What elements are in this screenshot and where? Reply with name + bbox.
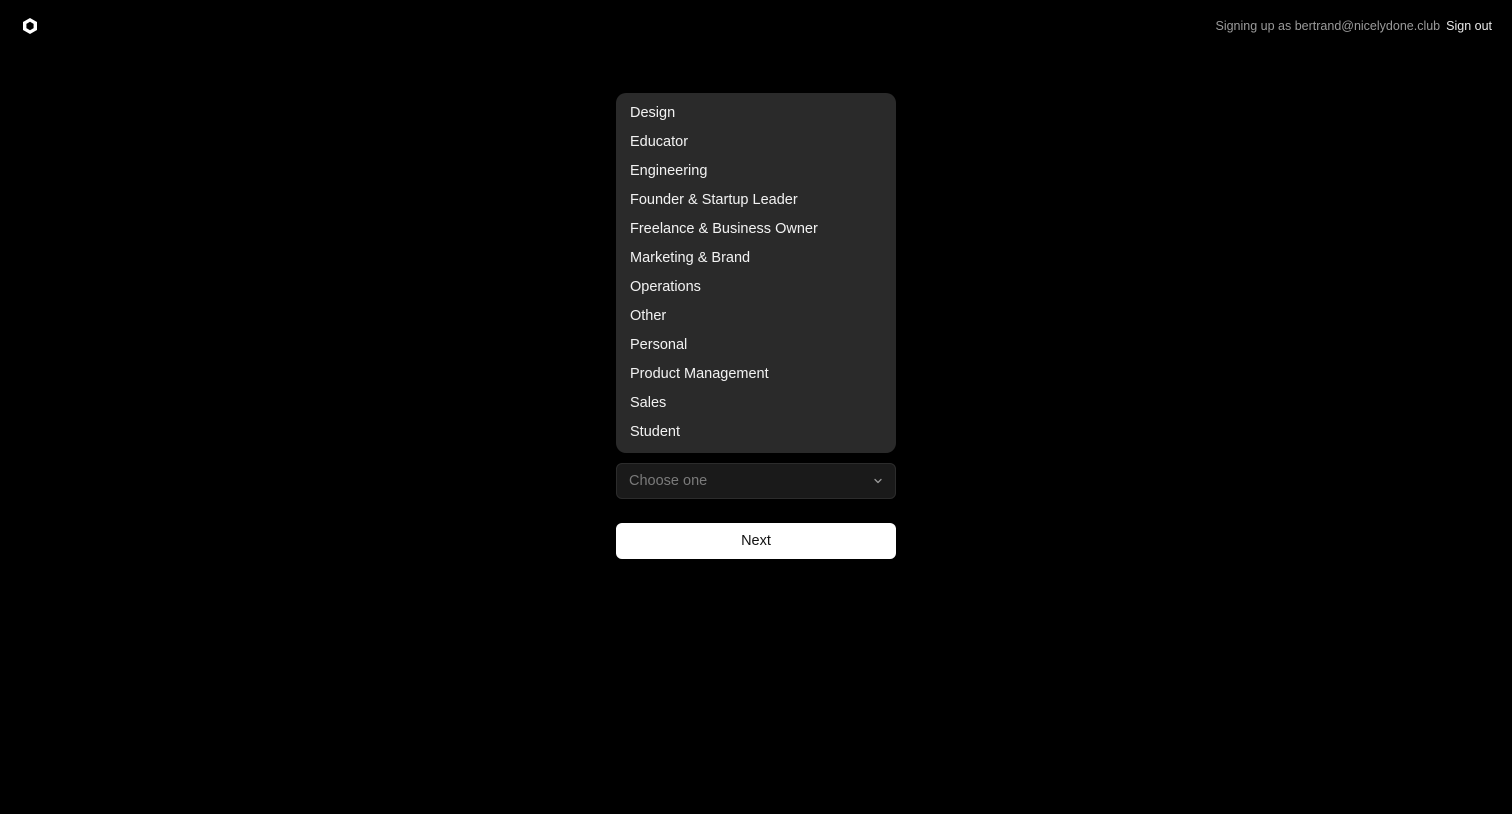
dropdown-option[interactable]: Other	[616, 302, 896, 331]
role-select[interactable]: Choose one	[616, 463, 896, 499]
next-button[interactable]: Next	[616, 523, 896, 559]
dropdown-option[interactable]: Operations	[616, 273, 896, 302]
dropdown-option[interactable]: Engineering	[616, 157, 896, 186]
hexagon-logo-icon[interactable]	[21, 17, 39, 35]
account-bar: Signing up as bertrand@nicelydone.club S…	[1215, 18, 1492, 34]
dropdown-option[interactable]: Sales	[616, 389, 896, 418]
dropdown-option[interactable]: Personal	[616, 331, 896, 360]
role-dropdown-menu: Design Educator Engineering Founder & St…	[616, 93, 896, 453]
dropdown-option[interactable]: Founder & Startup Leader	[616, 186, 896, 215]
signup-page: Signing up as bertrand@nicelydone.club S…	[0, 0, 1512, 814]
dropdown-option[interactable]: Freelance & Business Owner	[616, 215, 896, 244]
dropdown-option[interactable]: Educator	[616, 128, 896, 157]
dropdown-option[interactable]: Student	[616, 418, 896, 447]
dropdown-option[interactable]: Design	[616, 99, 896, 128]
dropdown-option[interactable]: Product Management	[616, 360, 896, 389]
dropdown-option[interactable]: Marketing & Brand	[616, 244, 896, 273]
select-placeholder: Choose one	[629, 473, 708, 489]
signing-up-as-text: Signing up as bertrand@nicelydone.club	[1215, 19, 1441, 33]
sign-out-link[interactable]: Sign out	[1446, 18, 1492, 34]
chevron-down-icon	[873, 476, 883, 486]
